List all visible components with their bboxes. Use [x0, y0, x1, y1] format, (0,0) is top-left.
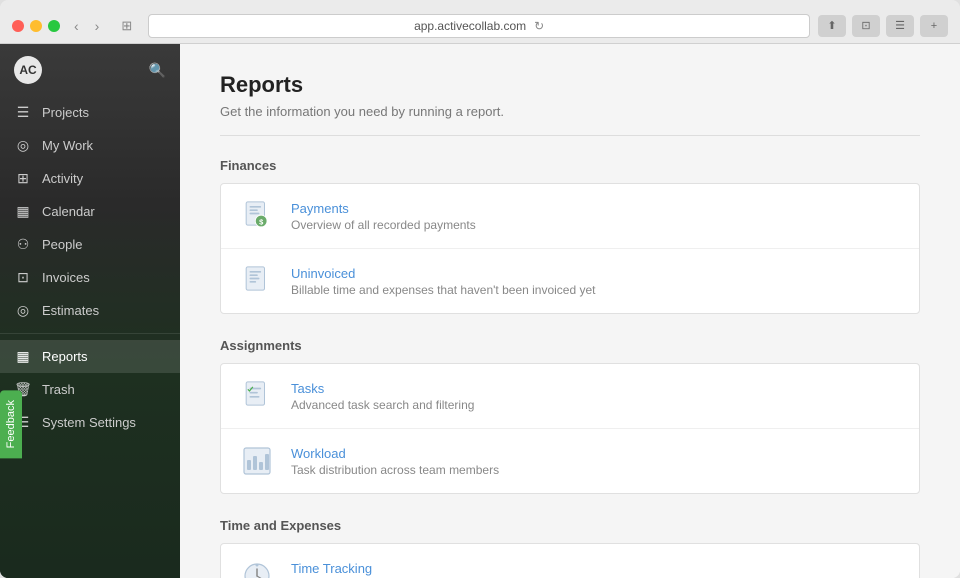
close-button[interactable]	[12, 20, 24, 32]
section-assignments: Assignments Tasks Advanced	[220, 338, 920, 494]
sidebar-item-label: System Settings	[42, 415, 136, 430]
bookmark-button[interactable]: ⊡	[852, 15, 880, 37]
share-button[interactable]: ⬆	[818, 15, 846, 37]
app-logo[interactable]: AC	[14, 56, 42, 84]
nav-buttons: ‹ ›	[68, 16, 105, 36]
people-icon: ⚇	[14, 236, 32, 253]
tasks-desc: Advanced task search and filtering	[291, 398, 474, 412]
tasks-info: Tasks Advanced task search and filtering	[291, 381, 474, 412]
maximize-button[interactable]	[48, 20, 60, 32]
tasks-icon	[239, 378, 275, 414]
payments-name: Payments	[291, 201, 476, 216]
time-tracking-info: Time Tracking Time records in all projec…	[291, 561, 434, 578]
tab-view-button[interactable]: ⊞	[113, 16, 140, 36]
page-subtitle: Get the information you need by running …	[220, 104, 920, 119]
back-button[interactable]: ‹	[68, 16, 85, 36]
uninvoiced-desc: Billable time and expenses that haven't …	[291, 283, 596, 297]
report-time-tracking[interactable]: Time Tracking Time records in all projec…	[221, 544, 919, 578]
traffic-lights	[12, 20, 60, 32]
page-title: Reports	[220, 72, 920, 98]
section-title-finances: Finances	[220, 158, 920, 173]
workload-icon	[239, 443, 275, 479]
finances-card: $ Payments Overview of all recorded paym…	[220, 183, 920, 314]
reload-icon: ↻	[534, 19, 544, 33]
sidebar-item-label: Reports	[42, 349, 88, 364]
sidebar-nav: ☰ Projects ◎ My Work ⊞ Activity ▦ Calend…	[0, 96, 180, 518]
sidebar-item-label: My Work	[42, 138, 93, 153]
uninvoiced-name: Uninvoiced	[291, 266, 596, 281]
new-tab-button[interactable]: +	[920, 15, 948, 37]
sidebar-item-label: Projects	[42, 105, 89, 120]
reports-icon: ▦	[14, 348, 32, 365]
sidebar-item-people[interactable]: ⚇ People	[0, 228, 180, 261]
sidebar-item-label: Invoices	[42, 270, 90, 285]
feedback-tab[interactable]: Feedback	[0, 390, 22, 458]
address-bar[interactable]: app.activecollab.com ↻	[148, 14, 810, 38]
app-container: AC 🔍 ☰ Projects ◎ My Work ⊞ Activity	[0, 44, 960, 578]
menu-button[interactable]: ☰	[886, 15, 914, 37]
calendar-icon: ▦	[14, 203, 32, 220]
sidebar-item-invoices[interactable]: ⊡ Invoices	[0, 261, 180, 294]
sidebar-item-label: Estimates	[42, 303, 99, 318]
minimize-button[interactable]	[30, 20, 42, 32]
sidebar-item-trash[interactable]: 🗑 Trash	[0, 373, 180, 406]
workload-info: Workload Task distribution across team m…	[291, 446, 499, 477]
time-expenses-card: Time Tracking Time records in all projec…	[220, 543, 920, 578]
uninvoiced-icon	[239, 263, 275, 299]
section-finances: Finances $ Payments	[220, 158, 920, 314]
workload-name: Workload	[291, 446, 499, 461]
payments-icon: $	[239, 198, 275, 234]
sidebar-item-calendar[interactable]: ▦ Calendar	[0, 195, 180, 228]
report-tasks[interactable]: Tasks Advanced task search and filtering	[221, 364, 919, 429]
activity-icon: ⊞	[14, 170, 32, 187]
sidebar-item-estimates[interactable]: ◎ Estimates	[0, 294, 180, 327]
main-content: Reports Get the information you need by …	[180, 44, 960, 578]
browser-chrome: ‹ › ⊞ app.activecollab.com ↻ ⬆ ⊡ ☰ +	[0, 0, 960, 44]
sidebar-item-label: Calendar	[42, 204, 95, 219]
sidebar-item-label: Trash	[42, 382, 75, 397]
time-tracking-icon	[239, 558, 275, 578]
section-time-expenses: Time and Expenses Time Tracking Time rec…	[220, 518, 920, 578]
sidebar-divider	[0, 333, 180, 334]
search-icon[interactable]: 🔍	[149, 62, 166, 79]
url-text: app.activecollab.com	[414, 19, 526, 33]
uninvoiced-info: Uninvoiced Billable time and expenses th…	[291, 266, 596, 297]
sidebar-item-label: People	[42, 237, 82, 252]
workload-desc: Task distribution across team members	[291, 463, 499, 477]
sidebar-item-reports[interactable]: ▦ Reports	[0, 340, 180, 373]
my-work-icon: ◎	[14, 137, 32, 154]
sidebar-item-projects[interactable]: ☰ Projects	[0, 96, 180, 129]
report-payments[interactable]: $ Payments Overview of all recorded paym…	[221, 184, 919, 249]
section-title-assignments: Assignments	[220, 338, 920, 353]
estimates-icon: ◎	[14, 302, 32, 319]
sidebar-content: AC 🔍 ☰ Projects ◎ My Work ⊞ Activity	[0, 44, 180, 578]
page-divider	[220, 135, 920, 136]
sidebar-header: AC 🔍	[0, 44, 180, 96]
sidebar-item-my-work[interactable]: ◎ My Work	[0, 129, 180, 162]
sidebar-item-label: Activity	[42, 171, 83, 186]
assignments-card: Tasks Advanced task search and filtering	[220, 363, 920, 494]
payments-desc: Overview of all recorded payments	[291, 218, 476, 232]
projects-icon: ☰	[14, 104, 32, 121]
sidebar-item-system-settings[interactable]: ☰ System Settings	[0, 406, 180, 439]
report-uninvoiced[interactable]: Uninvoiced Billable time and expenses th…	[221, 249, 919, 313]
browser-actions: ⬆ ⊡ ☰ +	[818, 15, 948, 37]
sidebar-item-activity[interactable]: ⊞ Activity	[0, 162, 180, 195]
payments-info: Payments Overview of all recorded paymen…	[291, 201, 476, 232]
tasks-name: Tasks	[291, 381, 474, 396]
report-workload[interactable]: Workload Task distribution across team m…	[221, 429, 919, 493]
forward-button[interactable]: ›	[89, 16, 106, 36]
section-title-time-expenses: Time and Expenses	[220, 518, 920, 533]
invoices-icon: ⊡	[14, 269, 32, 286]
sidebar: AC 🔍 ☰ Projects ◎ My Work ⊞ Activity	[0, 44, 180, 578]
time-tracking-name: Time Tracking	[291, 561, 434, 576]
